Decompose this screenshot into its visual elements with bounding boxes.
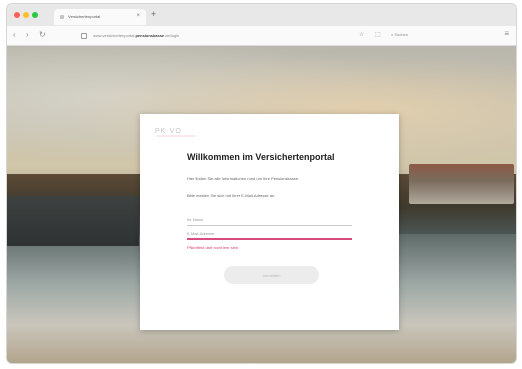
bookmark-icon[interactable]: ☆	[359, 31, 364, 38]
favicon-icon	[60, 15, 64, 19]
company-logo: PK·VO	[155, 128, 195, 137]
email-field[interactable]: E-Mail-Adresse	[187, 228, 352, 240]
page-title: Willkommen im Versichertenportal	[187, 152, 335, 162]
url-prefix: www.versichertenportal.	[93, 33, 136, 38]
browser-tab[interactable]: Versicherten­portal ×	[54, 9, 146, 25]
minimize-window-button[interactable]	[23, 12, 29, 18]
instruction-text: Bitte melden Sie sich mit Ihrer E-Mail-A…	[187, 193, 276, 198]
background-houses	[409, 164, 514, 204]
url-host: pensionskasse	[135, 33, 165, 38]
intro-text: Hier finden Sie alle Informationen rund …	[187, 176, 300, 181]
close-window-button[interactable]	[14, 12, 20, 18]
maximize-window-button[interactable]	[32, 12, 38, 18]
lock-icon	[81, 32, 87, 39]
browser-toolbar: ‹ › ↻ www.versichertenportal.pensionskas…	[7, 26, 516, 46]
login-button[interactable]: Anmelden	[224, 266, 319, 284]
search-label: Suchen	[394, 32, 408, 37]
toolbar-search[interactable]: ⌕ Suchen	[391, 32, 408, 37]
address-bar[interactable]: www.versichertenportal.pensionskasse.de/…	[81, 30, 321, 41]
menu-icon[interactable]: ≡	[504, 29, 509, 38]
login-card: PK·VO Willkommen im Versichertenportal H…	[140, 114, 399, 330]
browser-window: Versicherten­portal × + ‹ › ↻ www.versic…	[7, 4, 516, 363]
name-field[interactable]: Ihr Name	[187, 214, 352, 226]
url-suffix: .de/login	[164, 33, 180, 38]
extensions-icon[interactable]: ⬚	[375, 31, 381, 38]
new-tab-button[interactable]: +	[151, 9, 156, 19]
logo-text: PK·VO	[155, 128, 182, 135]
error-message: Pflichtfeld darf nicht leer sein	[187, 245, 239, 250]
login-page: PK·VO Willkommen im Versichertenportal H…	[7, 46, 516, 363]
tab-bar: Versicherten­portal × +	[7, 4, 516, 26]
tab-title: Versicherten­portal	[68, 14, 101, 19]
reload-icon[interactable]: ↻	[39, 30, 46, 39]
back-arrow-icon[interactable]: ‹	[13, 30, 16, 39]
close-tab-icon[interactable]: ×	[136, 13, 140, 19]
background-pier	[7, 196, 139, 246]
forward-arrow-icon[interactable]: ›	[26, 30, 29, 39]
